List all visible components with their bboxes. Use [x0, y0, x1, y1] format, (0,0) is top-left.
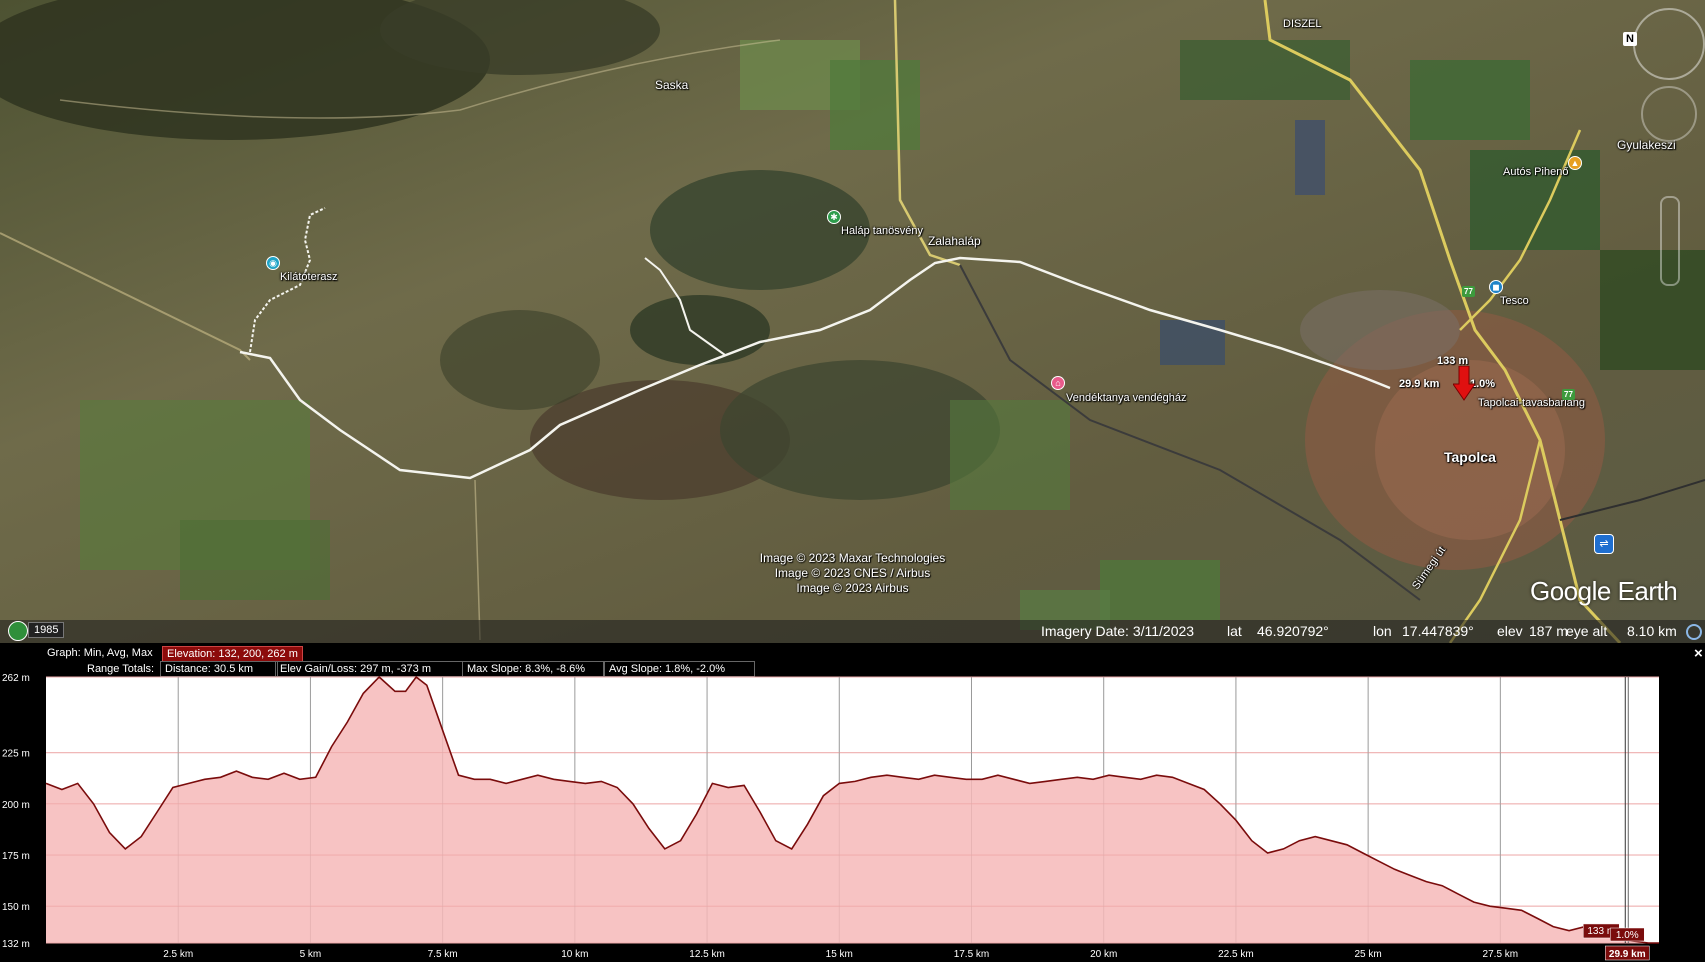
place-label[interactable]: Saska — [655, 78, 688, 92]
poi-label[interactable]: Kilátóterasz — [280, 271, 337, 283]
place-label[interactable]: DISZEL — [1283, 18, 1322, 30]
zoom-slider[interactable] — [1660, 196, 1680, 286]
credit-line: Image © 2023 CNES / Airbus — [774, 566, 931, 580]
train-station-icon[interactable]: ⇌ — [1594, 534, 1614, 554]
imagery-credits: Image © 2023 Maxar Technologies Image © … — [700, 551, 1005, 596]
viewpoint-icon[interactable]: ◉ — [266, 256, 280, 270]
historical-imagery-icon[interactable] — [8, 621, 28, 641]
eye-alt-label: eye alt — [1566, 623, 1608, 639]
graph-label: Graph: Min, Avg, Max — [47, 647, 153, 659]
elevation-stats-tab[interactable]: Elevation: 132, 200, 262 m — [162, 646, 303, 662]
elev-value: 187 m — [1529, 623, 1568, 639]
historical-year-button[interactable]: 1985 — [28, 622, 65, 638]
satellite-map[interactable]: Saska DISZEL Gyulakeszi Autós Pihenő ▲ ◉… — [0, 0, 1705, 643]
credit-line: Image © 2023 Airbus — [796, 581, 909, 595]
range-totals-label: Range Totals: — [87, 663, 155, 675]
poi-label[interactable]: Haláp tanösvény — [841, 225, 923, 237]
avg-slope-stat: Avg Slope: 1.8%, -2.0% — [604, 661, 755, 677]
elev-label: elev — [1497, 623, 1523, 639]
highway-shield: 77 — [1462, 286, 1475, 297]
poi-label[interactable]: Tesco — [1500, 295, 1529, 307]
lat-label: lat — [1227, 623, 1242, 639]
imagery-date: Imagery Date: 3/11/2023 — [1041, 623, 1195, 639]
place-label[interactable]: Tapolca — [1444, 449, 1496, 465]
elev-gain-loss-stat: Elev Gain/Loss: 297 m, -373 m — [275, 661, 463, 677]
lon-value: 17.447839° — [1402, 623, 1474, 639]
elevation-profile-panel — [0, 643, 1705, 962]
credit-line: Image © 2023 Maxar Technologies — [759, 551, 946, 565]
position-arrow-icon — [1453, 366, 1475, 401]
distance-stat: Distance: 30.5 km — [160, 661, 278, 677]
close-icon[interactable]: × — [1694, 645, 1703, 662]
max-slope-stat: Max Slope: 8.3%, -8.6% — [462, 661, 604, 677]
gas-station-icon[interactable]: ▲ — [1568, 156, 1582, 170]
lon-label: lon — [1373, 623, 1392, 639]
poi-label[interactable]: Autós Pihenő — [1503, 166, 1568, 178]
eye-alt-value: 8.10 km — [1627, 623, 1677, 639]
shop-icon[interactable]: ◼ — [1489, 280, 1503, 294]
lat-value: 46.920792° — [1257, 623, 1329, 639]
look-joystick[interactable] — [1641, 86, 1697, 142]
trail-icon[interactable]: ✱ — [827, 210, 841, 224]
lodging-icon[interactable]: ⌂ — [1051, 376, 1065, 390]
place-label[interactable]: Zalahaláp — [928, 234, 981, 248]
graph-mode[interactable]: Min, Avg, Max — [84, 647, 153, 659]
google-earth-logo: Google Earth — [1530, 576, 1678, 606]
navigation-compass[interactable] — [1633, 8, 1705, 80]
satellite-imagery — [0, 0, 1705, 643]
route-cursor-distance: 29.9 km — [1399, 378, 1440, 390]
poi-label[interactable]: Vendéktanya vendégház — [1066, 392, 1187, 404]
north-up-button[interactable]: N — [1623, 32, 1637, 46]
streaming-icon — [1686, 624, 1702, 640]
highway-shield: 77 — [1562, 389, 1575, 400]
